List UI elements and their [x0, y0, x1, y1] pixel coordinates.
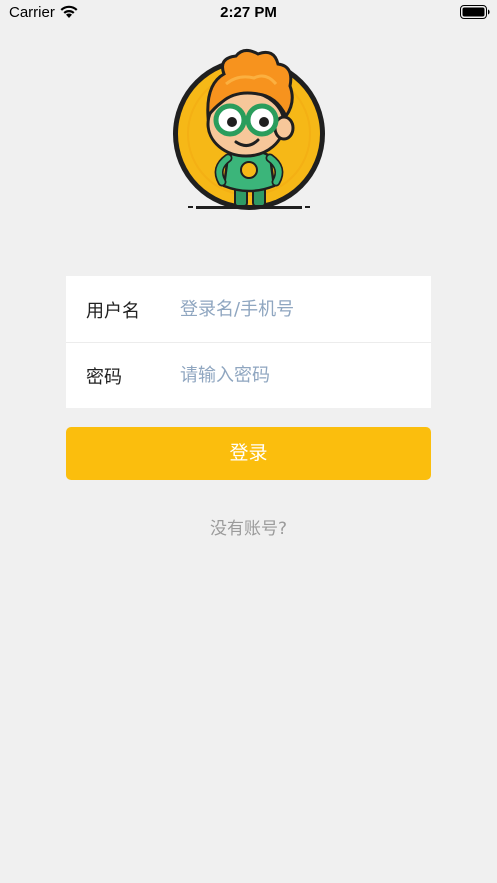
password-label: 密码 [86, 367, 122, 388]
username-input[interactable] [180, 290, 415, 328]
password-input[interactable] [180, 356, 415, 394]
username-row: 用户名 [66, 276, 431, 342]
password-row: 密码 [66, 342, 431, 408]
status-bar: Carrier 2:27 PM [0, 0, 497, 26]
login-form: 用户名 密码 [66, 276, 431, 408]
battery-icon [460, 5, 490, 19]
username-label: 用户名 [86, 301, 140, 322]
clock-time: 2:27 PM [220, 4, 277, 21]
login-button[interactable]: 登录 [66, 427, 431, 480]
no-account-link[interactable]: 没有账号? [0, 514, 497, 539]
mascot-logo-icon [173, 49, 325, 210]
login-screen: Carrier 2:27 PM 用户名 登录名/手机号 密码 登录 没有账号? [0, 0, 497, 883]
